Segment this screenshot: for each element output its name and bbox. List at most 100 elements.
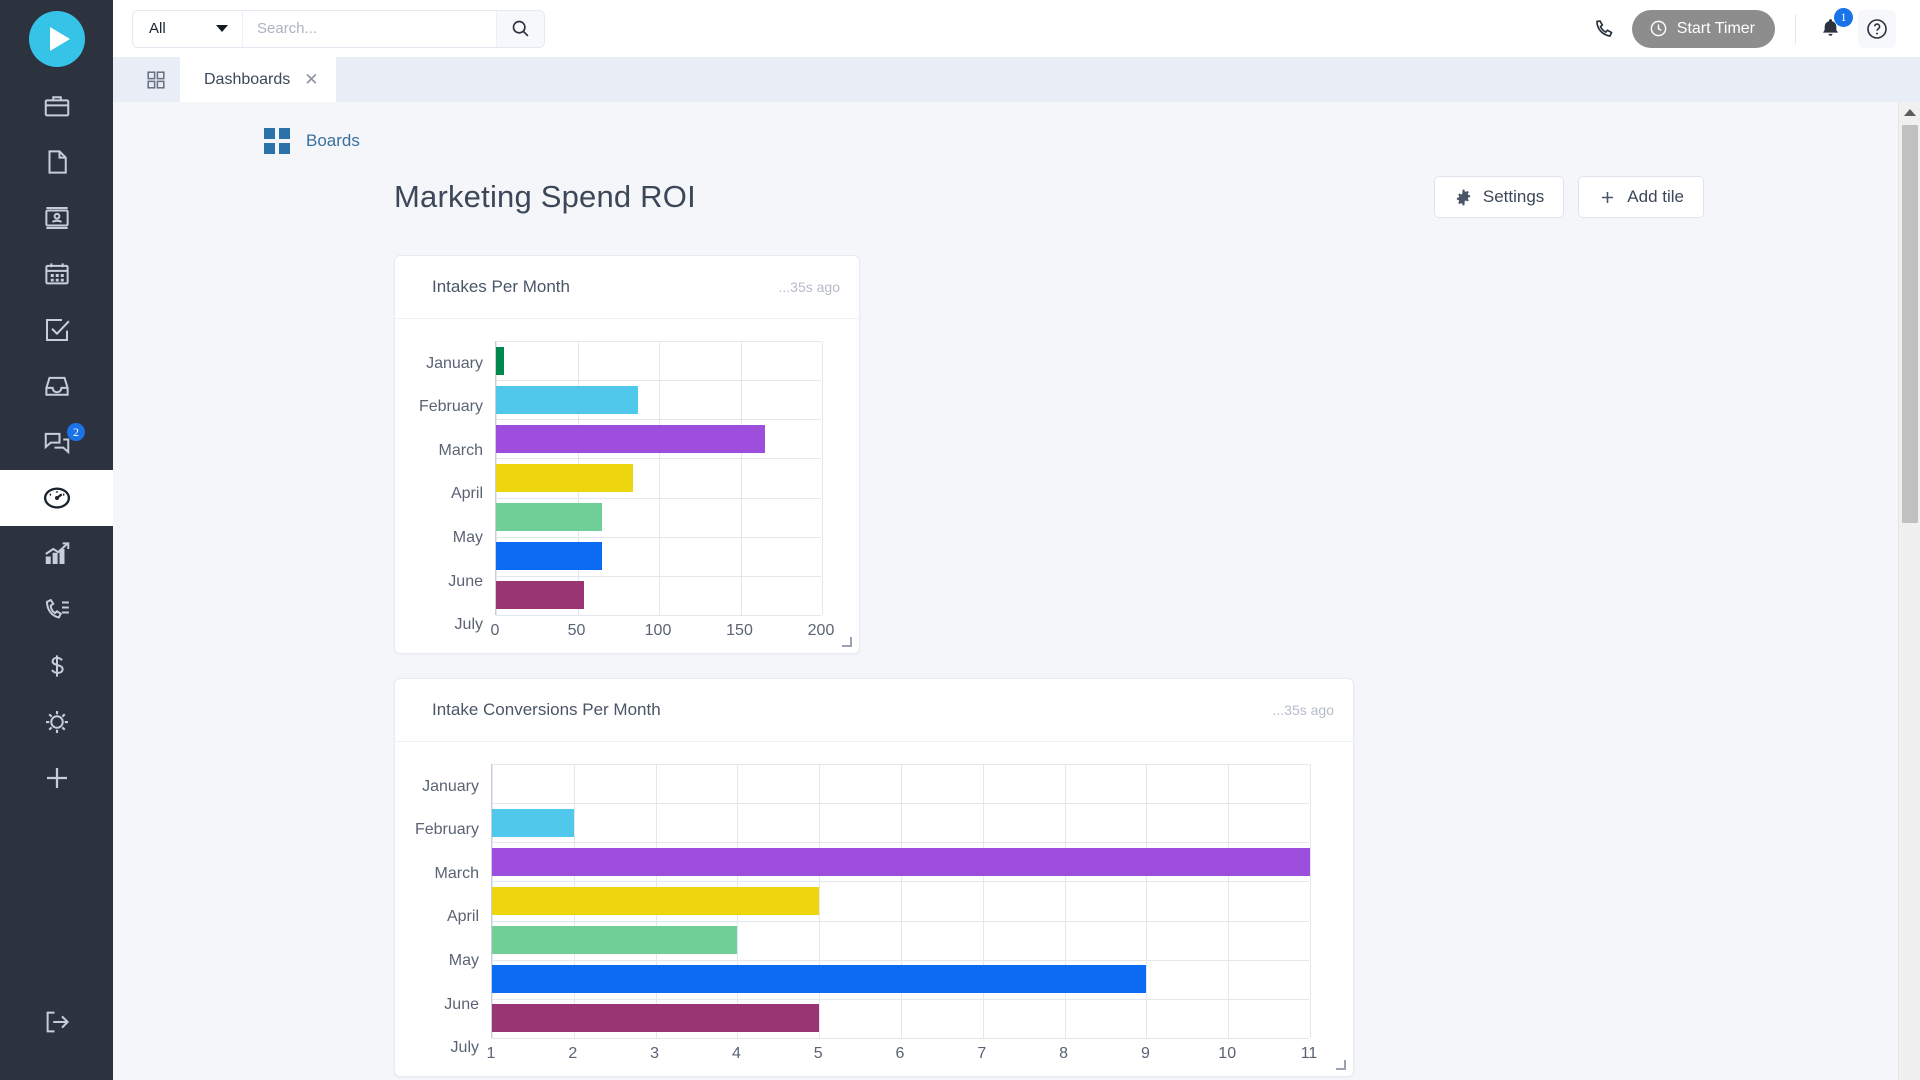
bar[interactable] — [492, 965, 1147, 994]
bar[interactable] — [496, 424, 765, 453]
tab-strip: Dashboards ✕ — [113, 57, 1920, 102]
sidebar-item-tasks[interactable] — [0, 302, 113, 358]
x-tick-label: 7 — [977, 1045, 987, 1062]
tile-resize-handle[interactable] — [1336, 1060, 1346, 1070]
x-axis-ticks: 0 50 100 150 200 — [491, 615, 835, 645]
phone-button[interactable] — [1582, 7, 1626, 51]
sidebar-item-reports[interactable] — [0, 526, 113, 582]
search-scope-label: All — [149, 20, 166, 37]
phone-icon — [1595, 19, 1613, 37]
row-gridline — [496, 536, 821, 538]
speedometer-icon — [43, 487, 70, 509]
triangle-up-icon[interactable] — [1903, 109, 1916, 116]
x-tick-label: 150 — [726, 622, 753, 639]
page-header: Marketing Spend ROI Settings Add tile — [113, 154, 1898, 218]
messages-badge: 2 — [67, 423, 85, 441]
notifications-button[interactable]: 1 — [1810, 7, 1853, 49]
bar[interactable] — [496, 346, 505, 375]
tile-timestamp: ...35s ago — [778, 279, 841, 295]
bar-label: April — [446, 908, 479, 926]
row-gridline — [496, 575, 821, 577]
sidebar-item-briefcase[interactable] — [0, 78, 113, 134]
add-tile-button[interactable]: Add tile — [1578, 176, 1704, 218]
vertical-scrollbar[interactable] — [1898, 102, 1920, 1080]
sidebar-item-contacts[interactable] — [0, 190, 113, 246]
bar-label: June — [444, 995, 479, 1013]
inbox-tray-icon — [44, 376, 69, 396]
sidebar-item-add-new[interactable] — [0, 750, 113, 806]
page-title: Marketing Spend ROI — [394, 179, 696, 214]
tile-header: Intakes Per Month ...35s ago — [395, 256, 859, 319]
content-wrap: Boards Marketing Spend ROI Settings Add … — [113, 102, 1920, 1080]
bar[interactable] — [496, 581, 585, 610]
search-button[interactable] — [496, 10, 544, 47]
sidebar-item-call-list[interactable] — [0, 582, 113, 638]
sidebar-nav: 2 — [0, 78, 113, 806]
bar-label: July — [450, 1039, 479, 1057]
question-mark-icon — [1867, 18, 1887, 39]
scrollbar-thumb[interactable] — [1901, 125, 1918, 523]
topbar-divider — [1795, 13, 1796, 44]
boards-grid-icon — [264, 128, 290, 154]
contact-card-icon — [44, 207, 69, 229]
x-tick-label: 5 — [813, 1045, 823, 1062]
briefcase-icon — [44, 96, 69, 117]
document-icon — [48, 150, 67, 174]
settings-button[interactable]: Settings — [1433, 176, 1565, 218]
gridline — [822, 341, 823, 615]
search-input[interactable] — [243, 10, 496, 47]
x-tick-label: 200 — [807, 622, 835, 639]
bar-plot-area — [491, 764, 1311, 1039]
search-scope-dropdown[interactable]: All — [133, 10, 243, 47]
row-gridline — [492, 959, 1309, 961]
gridline — [1064, 764, 1066, 1038]
bar[interactable] — [492, 1004, 820, 1033]
row-gridline — [492, 998, 1309, 1000]
bar[interactable] — [492, 887, 820, 915]
bar[interactable] — [492, 847, 1310, 876]
sidebar-item-documents[interactable] — [0, 134, 113, 190]
bar[interactable] — [496, 385, 638, 414]
row-gridline — [496, 380, 821, 382]
settings-label: Settings — [1482, 187, 1545, 206]
add-tile-label: Add tile — [1627, 187, 1684, 206]
top-bar: All Search... Start Timer 1 — [113, 0, 1920, 57]
start-timer-button[interactable]: Start Timer — [1631, 9, 1775, 48]
gear-icon — [1456, 189, 1470, 205]
bar[interactable] — [496, 503, 602, 532]
checkbox-icon — [45, 319, 70, 341]
sidebar-item-settings[interactable] — [0, 694, 113, 750]
left-sidebar: 2 — [0, 0, 113, 1080]
bar[interactable] — [492, 808, 574, 837]
bar-label: January — [426, 354, 483, 372]
app-logo[interactable] — [0, 0, 113, 78]
sidebar-item-calendar[interactable] — [0, 246, 113, 302]
tile-body: January February March April May June July 0 50… — [395, 319, 859, 653]
gear-icon — [45, 711, 68, 733]
bar[interactable] — [492, 926, 738, 955]
bar-plot-area — [495, 341, 823, 616]
bar[interactable] — [496, 464, 633, 492]
tile-intakes-per-month: Intakes Per Month ...35s ago January Febr… — [394, 255, 860, 654]
play-triangle-logo-icon[interactable] — [28, 11, 85, 67]
sidebar-item-logout[interactable] — [0, 994, 113, 1050]
row-gridline — [496, 497, 821, 499]
sidebar-item-messages[interactable]: 2 — [0, 414, 113, 470]
sidebar-item-billing[interactable] — [0, 638, 113, 694]
bar[interactable] — [496, 542, 602, 571]
tab-dashboards[interactable]: Dashboards ✕ — [180, 57, 336, 102]
x-tick-label: 1 — [486, 1045, 496, 1062]
plus-icon — [46, 768, 67, 788]
row-gridline — [492, 881, 1309, 883]
sidebar-item-inbox[interactable] — [0, 358, 113, 414]
breadcrumb-link-boards[interactable]: Boards — [306, 131, 360, 151]
tile-resize-handle[interactable] — [842, 637, 852, 647]
close-icon[interactable]: ✕ — [304, 71, 318, 88]
plus-icon — [1602, 191, 1614, 203]
help-button[interactable] — [1858, 9, 1896, 48]
bar-label: February — [414, 821, 479, 839]
apps-grid-button[interactable] — [132, 57, 180, 102]
x-tick-label: 50 — [567, 622, 586, 639]
tile-grid: Intakes Per Month ...35s ago January Febr… — [113, 218, 1898, 1080]
sidebar-item-dashboards[interactable] — [0, 470, 113, 526]
